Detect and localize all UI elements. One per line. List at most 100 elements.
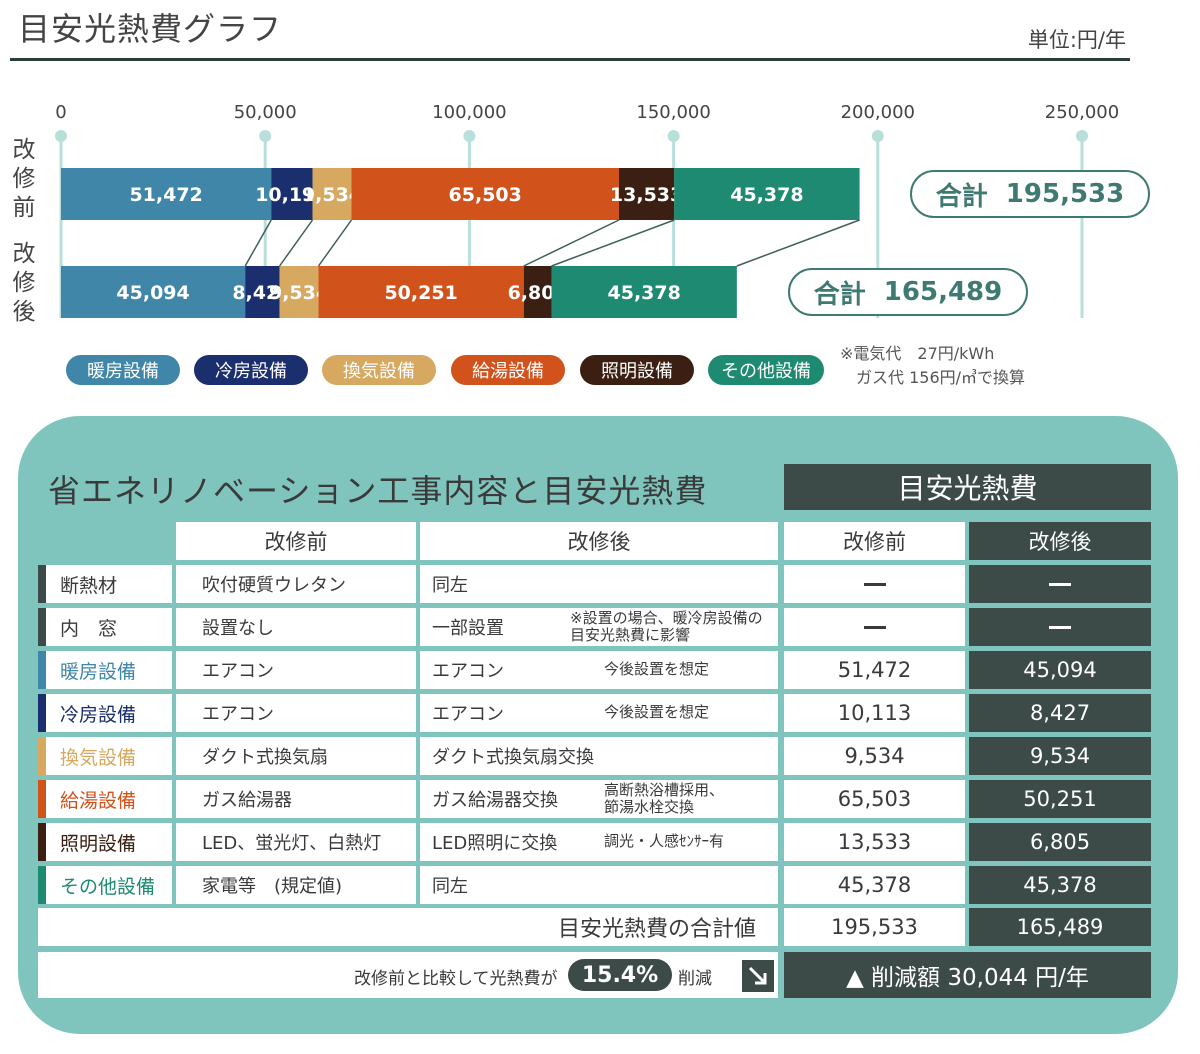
cost-before-value: 9,534 [844,744,905,768]
after-spec-cell: LED照明に交換 調光・人感ｾﾝｻｰ有 [420,823,778,861]
unit-label: 単位:円/年 [1027,28,1126,52]
cost-before-value: 65,503 [837,787,912,811]
cost-after-value: 9,534 [1029,744,1091,768]
cost-before [784,565,965,603]
x-tick-label: 0 [55,102,66,123]
bar-value-label: 13,533 [610,184,683,206]
x-tick-label: 200,000 [841,102,915,123]
cost-after: 50,251 [969,780,1151,818]
panel-title: 省エネリノベーション工事内容と目安光熱費 [48,472,708,510]
dash-icon [1049,582,1071,586]
after-spec: 同左 [432,575,468,596]
row-label-char: 修 [12,270,36,296]
cost-before: 51,472 [784,651,965,689]
legend-item-other: その他設備 [708,355,824,385]
total-after-value: 165,489 [883,277,1003,307]
row-label-cell: 給湯設備 [38,780,172,818]
cost-after: 45,094 [969,651,1151,689]
x-tick-label: 150,000 [636,102,710,123]
row-label: 照明設備 [60,832,137,855]
category-stripe [38,737,46,775]
total-cost-before: 195,533 [784,908,965,946]
category-stripe [38,694,46,732]
tick-marker [55,130,67,142]
row-label: 換気設備 [60,746,137,769]
after-spec-note: 今後設置を想定 [604,660,710,678]
cost-after-value: 45,094 [1023,658,1097,682]
bar-value-label: 45,378 [608,282,681,304]
before-spec: 家電等 (規定値) [176,866,416,904]
col-header-after: 改修後 [420,522,778,560]
row-label: 暖房設備 [60,660,137,683]
after-spec: LED照明に交換 [432,833,558,854]
category-stripe [38,608,46,646]
category-stripe [38,866,46,904]
cost-after [969,608,1151,646]
cost-before-value: 51,472 [837,658,912,682]
cost-before: 10,113 [784,694,965,732]
tick-marker [259,130,272,142]
rate-note-gas: ガス代 156円/㎥で換算 [856,368,1026,387]
title-divider [10,58,1130,61]
after-spec-note: 高断熱浴槽採用、 節湯水栓交換 [604,781,725,816]
legend-item-cooling: 冷房設備 [194,355,308,385]
category-stripe [38,823,46,861]
before-spec: エアコン [176,651,416,689]
col-header-before: 改修前 [176,522,416,560]
cost-after: 8,427 [969,694,1151,732]
bar-value-label: 45,094 [116,282,189,304]
cost-before: 13,533 [784,823,965,861]
cost-after [969,565,1151,603]
comparison-text: 改修前と比較して光熱費が [354,969,558,989]
row-label-after: 改 修 後 [10,240,38,327]
col-header-cost-before: 改修前 [784,522,965,560]
x-tick-label: 50,000 [234,102,297,123]
category-stripe [38,780,46,818]
tick-marker [1076,130,1088,142]
row-label-char: 改 [12,241,36,267]
cost-section-header: 目安光熱費 [784,464,1151,510]
cost-after-value: 8,427 [1029,701,1091,725]
after-spec-cell: 同左 [420,565,778,603]
connector-line [278,219,314,267]
bar-value-label: 45,378 [730,184,803,206]
cost-after: 45,378 [969,866,1151,904]
total-before-label: 合計 [935,181,988,212]
arrow-down-right-icon [742,960,774,992]
before-spec: 設置なし [176,608,416,646]
cost-after: 6,805 [969,823,1151,861]
after-spec: ダクト式換気扇交換 [432,747,594,768]
tick-marker [667,130,680,142]
page-title: 目安光熱費グラフ [18,10,283,48]
after-spec-note: 今後設置を想定 [604,703,710,721]
row-label-char: 前 [12,195,36,221]
connector-line [244,219,272,267]
before-spec: 吹付硬質ウレタン [176,565,416,603]
row-label-cell: 照明設備 [38,823,172,861]
rate-note-electricity: ※電気代 27円/kWh [840,344,995,363]
reduction-amount: ▲ 削減額 30,044 円/年 [784,952,1151,998]
before-spec: LED、蛍光灯、白熱灯 [176,823,416,861]
cost-after-value: 6,805 [1029,830,1091,854]
row-label-cell: 換気設備 [38,737,172,775]
col-header-cost-after: 改修後 [969,522,1151,560]
legend-item-heating: 暖房設備 [66,355,180,385]
dash-icon [863,582,886,586]
after-spec: 一部設置 [432,618,504,639]
after-spec-cell: エアコン 今後設置を想定 [420,694,778,732]
row-label-cell: 断熱材 [38,565,172,603]
row-label: その他設備 [60,875,156,898]
before-spec: エアコン [176,694,416,732]
bar-value-label: 50,251 [384,282,457,304]
row-label-before: 改 修 前 [10,136,38,223]
after-spec-cell: 同左 [420,866,778,904]
connector-line [736,219,860,267]
bar-value-label: 65,503 [449,184,522,206]
comparison-row: 改修前と比較して光熱費が 15.4% 削減 [38,952,778,998]
row-label: 内 窓 [60,617,118,640]
before-spec: ダクト式換気扇 [176,737,416,775]
after-spec: エアコン [432,704,504,725]
cost-after: 9,534 [969,737,1151,775]
cost-after-value: 45,378 [1023,873,1097,897]
total-after-pill: 合計 165,489 [788,268,1028,316]
